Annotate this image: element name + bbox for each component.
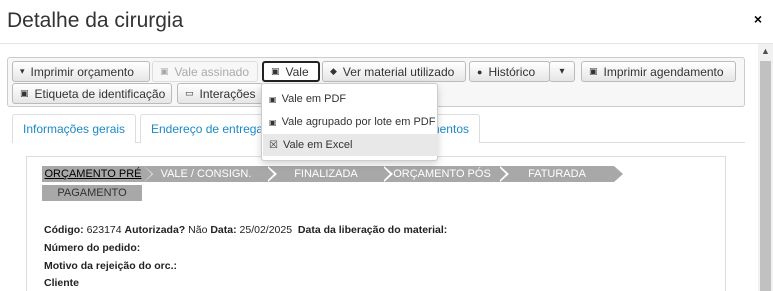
ver-material-button[interactable]: ◆ Ver material utilizado [322, 61, 466, 82]
motivo-label: Motivo da rejeição do orc.: [44, 260, 178, 272]
autorizada-value: Não [188, 224, 208, 236]
menu-item-label: Vale em PDF [281, 93, 347, 105]
printer-icon: ▣ [269, 94, 277, 104]
codigo-label: Código: [44, 224, 84, 236]
info-line-pedido: Número do pedido: [44, 242, 140, 254]
surgery-detail-modal: Detalhe da cirurgia × ▲ ▾ Imprimir orçam… [0, 0, 773, 291]
vale-label: Vale [285, 64, 309, 79]
modal-title: Detalhe da cirurgia [7, 9, 184, 32]
data-label: Data: [210, 224, 237, 236]
menu-item-vale-pdf[interactable]: ▣ Vale em PDF [263, 88, 438, 110]
menu-item-vale-excel[interactable]: ☒ Vale em Excel [263, 134, 438, 156]
pedido-label: Número do pedido: [44, 242, 141, 254]
info-line-codigo: Código: 623174 Autorizada? Não Data: 25/… [44, 224, 447, 236]
step-arrow-icon [144, 166, 152, 182]
menu-item-label: Vale em Excel [282, 139, 353, 151]
historico-button[interactable]: ● Histórico [469, 61, 550, 82]
vale-assinado-label: Vale assinado [174, 64, 250, 79]
tag-icon: ◆ [330, 66, 337, 76]
info-line-motivo: Motivo da rejeição do orc.: [44, 260, 177, 272]
historico-label: Histórico [488, 64, 536, 79]
step-finalizada: FINALIZADA [268, 166, 384, 182]
ver-material-label: Ver material utilizado [342, 64, 455, 79]
vale-assinado-button[interactable]: ▣ Vale assinado [152, 61, 258, 82]
imprimir-agendamento-label: Imprimir agendamento [603, 64, 724, 79]
modal-header: Detalhe da cirurgia × [0, 0, 773, 44]
step-orcamento-pos: ORÇAMENTO PÓS [384, 166, 500, 182]
caret-down-icon: ▾ [559, 66, 565, 77]
printer-icon: ▣ [20, 88, 29, 98]
vale-dropdown-menu: ▣ Vale em PDF ▣ Vale agrupado por lote e… [261, 83, 438, 161]
etiqueta-label: Etiqueta de identificação [34, 86, 166, 101]
cliente-label: Cliente [44, 277, 80, 289]
imprimir-orcamento-button[interactable]: ▾ Imprimir orçamento [12, 61, 150, 82]
interacoes-label: Interações [199, 86, 256, 101]
excel-file-icon: ☒ [269, 139, 278, 151]
printer-icon: ▣ [271, 66, 280, 76]
imprimir-orcamento-label: Imprimir orçamento [30, 64, 134, 79]
close-icon[interactable]: × [754, 11, 762, 27]
chat-icon: ▭ [185, 88, 194, 98]
vertical-scrollbar[interactable]: ▲ [758, 44, 773, 291]
clock-icon: ● [477, 66, 483, 77]
tab-endereco-entrega[interactable]: Endereço de entrega [140, 114, 265, 143]
printer-icon: ▣ [269, 117, 277, 127]
step-arrow-icon [266, 166, 274, 182]
step-pagamento: PAGAMENTO [42, 185, 142, 201]
interacoes-button[interactable]: ▭ Interações [177, 83, 263, 104]
step-orcamento-pre: ORÇAMENTO PRÉ [42, 166, 144, 182]
data-value: 25/02/2025 [239, 224, 293, 236]
imprimir-agendamento-button[interactable]: ▣ Imprimir agendamento [581, 61, 736, 82]
autorizada-label: Autorizada? [124, 224, 186, 236]
tab-informacoes-gerais[interactable]: Informações gerais [12, 114, 137, 143]
scroll-up-arrow-icon[interactable]: ▲ [758, 44, 773, 59]
info-line-cliente: Cliente [44, 277, 79, 289]
step-arrow-icon [498, 166, 506, 182]
vale-button[interactable]: ▣ Vale [262, 61, 320, 82]
historico-dropdown-toggle[interactable]: ▾ [549, 61, 575, 82]
step-faturada: FATURADA [500, 166, 614, 182]
etiqueta-button[interactable]: ▣ Etiqueta de identificação [12, 83, 172, 104]
step-end-arrow-icon [614, 166, 623, 182]
scroll-thumb[interactable] [760, 61, 771, 291]
step-arrow-icon [382, 166, 390, 182]
codigo-value: 623174 [86, 224, 122, 236]
caret-down-icon: ▾ [20, 66, 25, 76]
printer-icon: ▣ [160, 66, 169, 76]
menu-item-label: Vale agrupado por lote em PDF [281, 116, 436, 128]
printer-icon: ▣ [589, 66, 598, 76]
step-vale-consign: VALE / CONSIGN. [144, 166, 268, 182]
menu-item-vale-agrupado-pdf[interactable]: ▣ Vale agrupado por lote em PDF [263, 111, 438, 133]
liberacao-label: Data da liberação do material: [297, 224, 448, 236]
